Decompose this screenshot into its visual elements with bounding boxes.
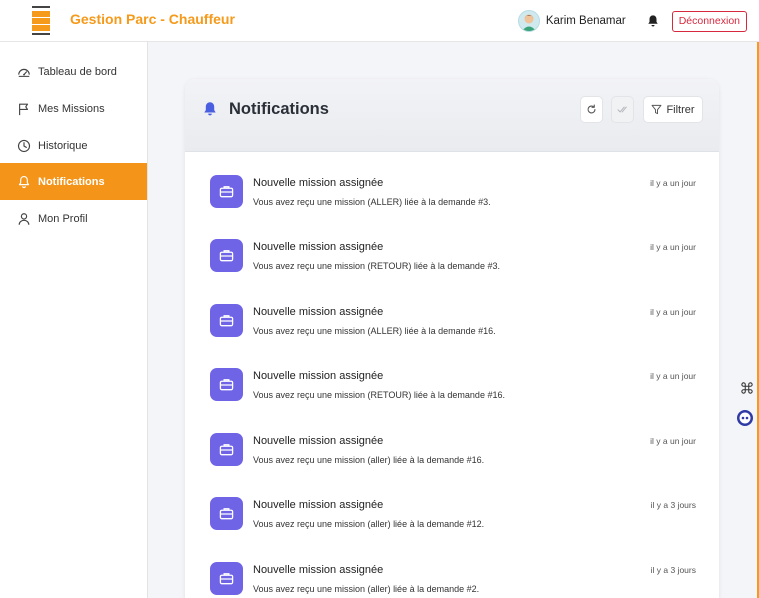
briefcase-icon (210, 433, 243, 466)
flag-icon (19, 103, 29, 115)
sidebar-item-missions[interactable]: Mes Missions (0, 90, 147, 127)
bell-icon (204, 102, 216, 116)
notification-message: Vous avez reçu une mission (RETOUR) liée… (253, 261, 500, 271)
list-item[interactable]: Nouvelle mission assignée Vous avez reçu… (185, 539, 719, 598)
bell-icon[interactable] (646, 14, 660, 28)
bell-icon (18, 175, 30, 188)
list-item[interactable]: Nouvelle mission assignée Vous avez reçu… (185, 216, 719, 280)
gauge-icon (18, 68, 30, 77)
sidebar-item-label: Mon Profil (38, 212, 88, 225)
briefcase-icon (210, 497, 243, 530)
notification-title: Nouvelle mission assignée (253, 241, 384, 253)
app-window: Gestion Parc - Chauffeur Karim Benamar D… (0, 0, 759, 598)
command-icon[interactable] (740, 381, 754, 395)
briefcase-icon (210, 239, 243, 272)
list-item[interactable]: Nouvelle mission assignée Vous avez reçu… (185, 152, 719, 216)
list-item[interactable]: Nouvelle mission assignée Vous avez reçu… (185, 410, 719, 474)
briefcase-icon (210, 175, 243, 208)
user-area: Karim Benamar Déconnexion (517, 8, 747, 34)
notification-time: il y a un jour (650, 436, 696, 446)
sidebar-item-dashboard[interactable]: Tableau de bord (0, 53, 147, 90)
notification-title: Nouvelle mission assignée (253, 370, 384, 382)
notification-time: il y a un jour (650, 307, 696, 317)
main-content: Notifications Filtrer Nouvelle mission a… (148, 42, 759, 598)
briefcase-icon (210, 368, 243, 401)
filter-label: Filtrer (666, 103, 695, 116)
sidebar-item-label: Mes Missions (38, 102, 105, 115)
notification-time: il y a 3 jours (650, 500, 696, 510)
refresh-button[interactable] (580, 96, 603, 123)
mark-all-read-button[interactable] (611, 96, 634, 123)
notification-message: Vous avez reçu une mission (RETOUR) liée… (253, 390, 505, 400)
notification-message: Vous avez reçu une mission (ALLER) liée … (253, 197, 491, 207)
card-header: Notifications Filtrer (185, 79, 719, 152)
filter-icon (651, 104, 662, 115)
notification-time: il y a un jour (650, 242, 696, 252)
notification-message: Vous avez reçu une mission (aller) liée … (253, 455, 485, 465)
page-title: Notifications (229, 100, 329, 118)
sidebar-item-label: Historique (38, 139, 88, 152)
sidebar: Tableau de bord Mes Missions Historique … (0, 42, 148, 598)
notification-time: il y a un jour (650, 371, 696, 381)
double-check-icon (617, 106, 627, 113)
notification-title: Nouvelle mission assignée (253, 306, 384, 318)
app-logo (32, 6, 50, 35)
list-item[interactable]: Nouvelle mission assignée Vous avez reçu… (185, 474, 719, 538)
user-icon (18, 212, 30, 225)
user-name[interactable]: Karim Benamar (546, 15, 626, 27)
assistant-icon[interactable] (736, 409, 754, 427)
briefcase-icon (210, 304, 243, 337)
notification-title: Nouvelle mission assignée (253, 499, 384, 511)
notification-time: il y a 3 jours (650, 565, 696, 575)
clock-icon (17, 139, 31, 152)
top-header: Gestion Parc - Chauffeur Karim Benamar D… (0, 0, 759, 42)
notification-message: Vous avez reçu une mission (aller) liée … (253, 519, 485, 529)
refresh-icon (587, 104, 596, 114)
sidebar-item-notifications[interactable]: Notifications (0, 163, 147, 200)
notification-message: Vous avez reçu une mission (ALLER) liée … (253, 326, 496, 336)
notification-title: Nouvelle mission assignée (253, 435, 384, 447)
list-item[interactable]: Nouvelle mission assignée Vous avez reçu… (185, 345, 719, 409)
list-item[interactable]: Nouvelle mission assignée Vous avez reçu… (185, 281, 719, 345)
sidebar-item-label: Notifications (38, 175, 105, 188)
logout-button[interactable]: Déconnexion (671, 10, 747, 32)
notifications-card: Notifications Filtrer Nouvelle mission a… (185, 79, 719, 598)
sidebar-item-label: Tableau de bord (38, 65, 117, 78)
briefcase-icon (210, 562, 243, 595)
app-title: Gestion Parc - Chauffeur (70, 11, 235, 27)
notification-time: il y a un jour (650, 178, 696, 188)
sidebar-item-history[interactable]: Historique (0, 127, 147, 164)
avatar[interactable] (517, 10, 540, 32)
filter-button[interactable]: Filtrer (643, 96, 703, 123)
notification-title: Nouvelle mission assignée (253, 177, 384, 189)
avatar-icon (521, 14, 536, 31)
notification-message: Vous avez reçu une mission (aller) liée … (253, 584, 480, 594)
sidebar-item-profile[interactable]: Mon Profil (0, 200, 147, 237)
notification-title: Nouvelle mission assignée (253, 564, 384, 576)
